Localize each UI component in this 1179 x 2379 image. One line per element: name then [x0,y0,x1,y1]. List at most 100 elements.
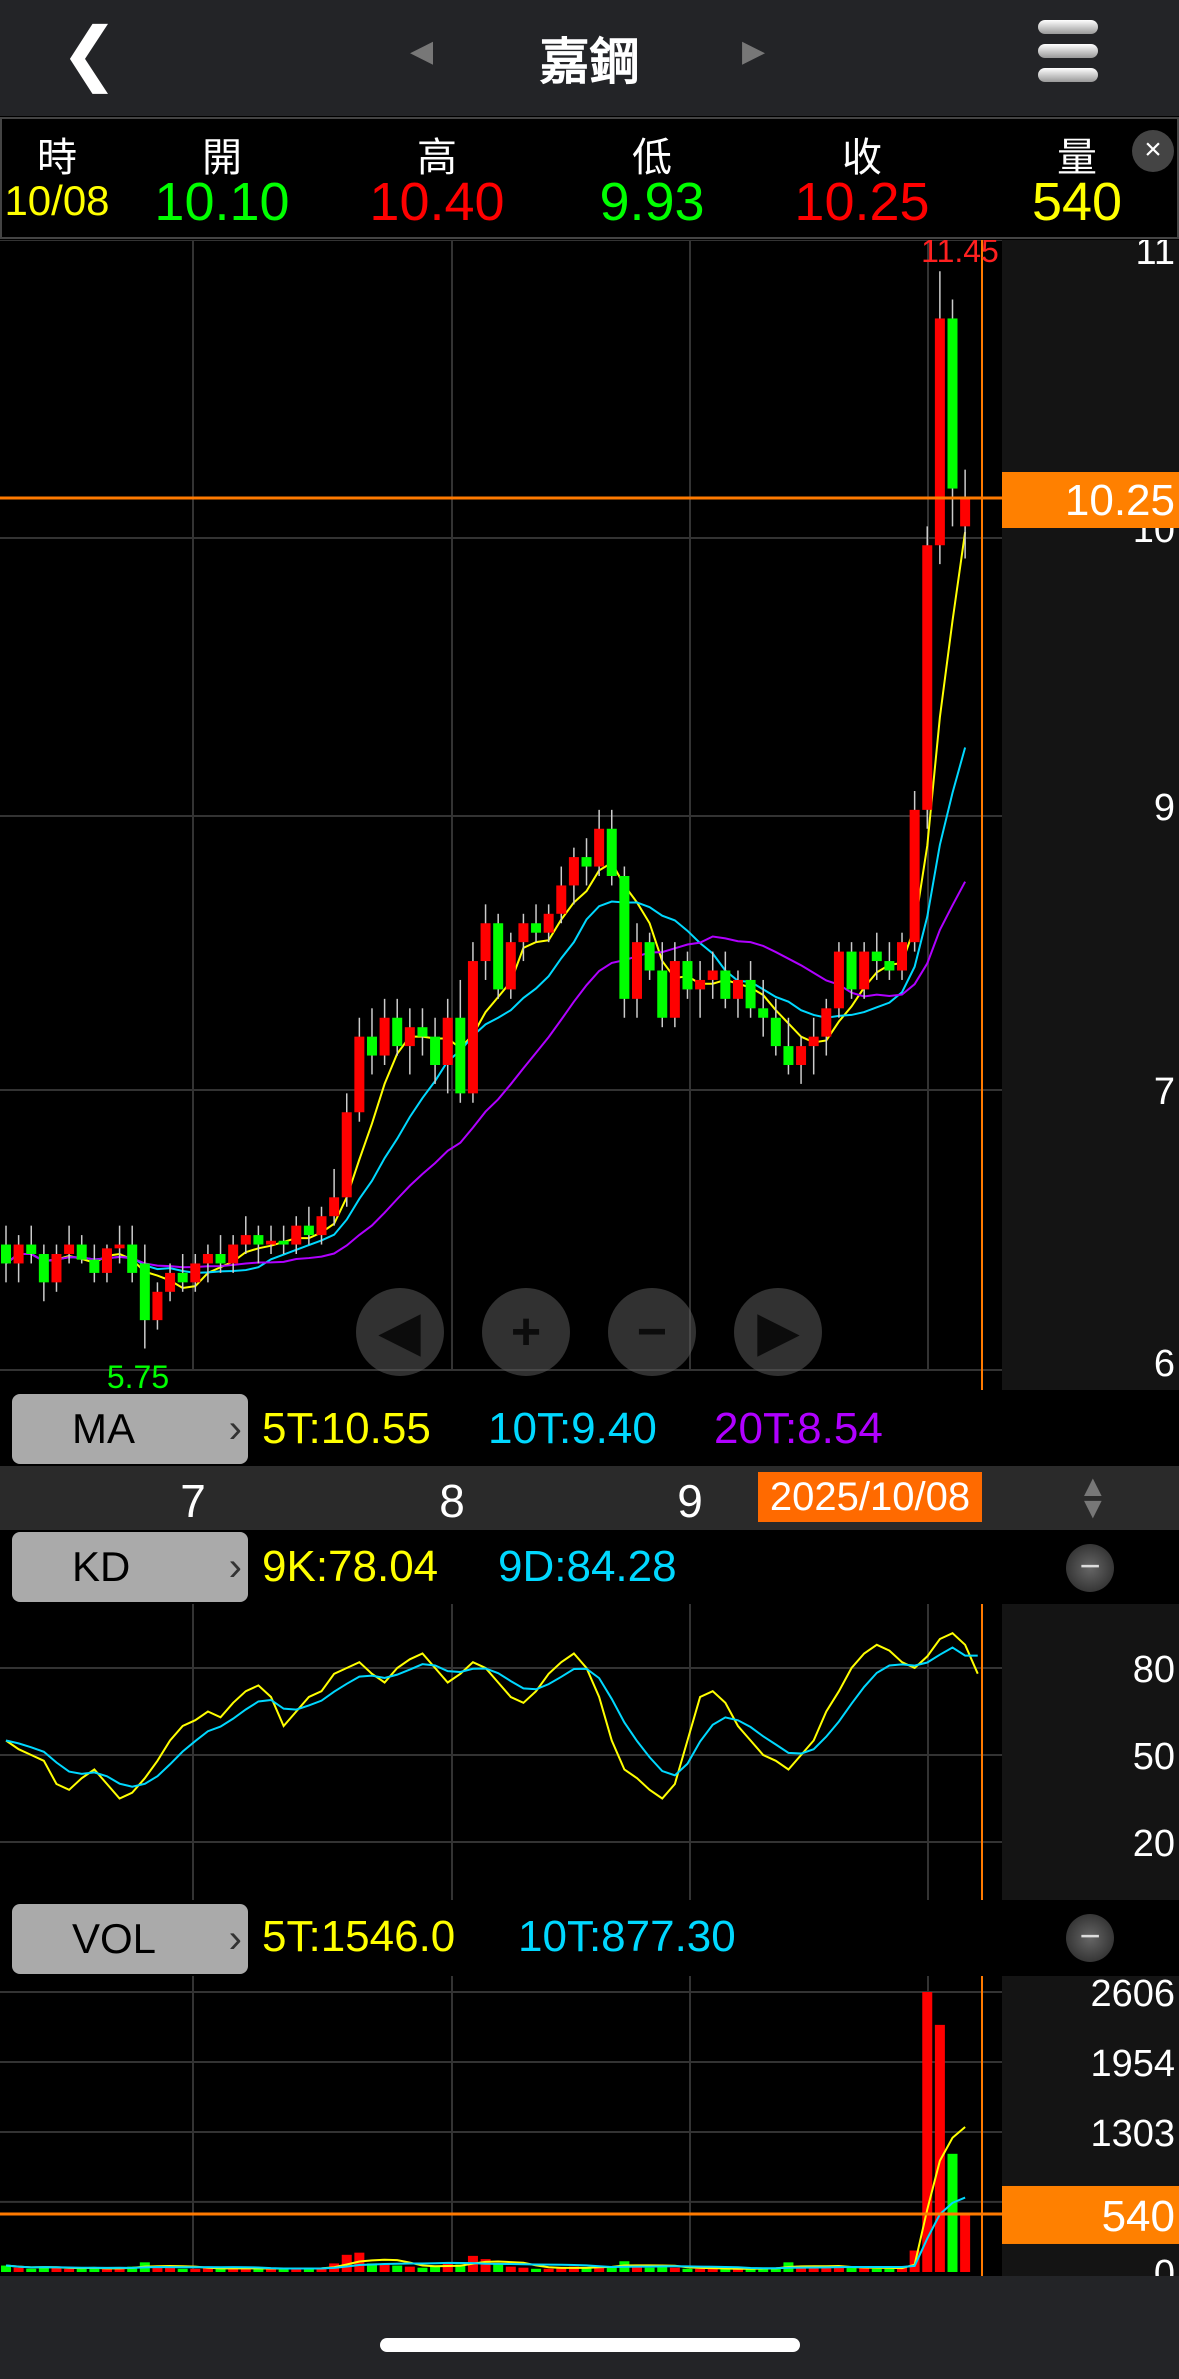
volume-bar [934,2024,945,2272]
candle-body [430,1036,441,1065]
axis-background [1002,240,1179,1390]
candle-body [833,951,844,1009]
kd-row: KD › 9K:78.04 9D:84.28 − [0,1530,1179,1604]
candle-body [644,942,655,971]
candle-body [606,828,617,876]
volume-bar [165,2267,176,2272]
volume-bar [64,2268,75,2272]
vol-button[interactable]: VOL › [12,1904,248,1974]
ma-row: MA › 5T:10.55 10T:9.40 20T:8.54 [0,1392,1179,1466]
candle-body [909,809,920,943]
volume-bar [531,2268,542,2272]
price-axis-label: 11 [1136,240,1175,273]
volume-bar [682,2268,693,2272]
candle-body [404,1027,415,1047]
home-indicator[interactable] [380,2338,800,2352]
volume-chart: 2606195413036530540 [0,1976,1179,2276]
zoom-in-button[interactable]: + [482,1288,570,1376]
candle-body [329,1197,340,1217]
date-label: 8 [439,1475,465,1527]
menu-button[interactable] [1038,20,1098,92]
candle-body [808,1036,819,1047]
candle-body [392,1017,403,1047]
info-value: 10.10 [154,172,290,232]
kd-chart: 80 50 20 [0,1604,1179,1900]
candle-body [568,857,579,886]
candle-body [316,1216,327,1236]
low-label: 5.75 [107,1359,169,1390]
vol-ma10-line [5,2196,966,2270]
volume-bar [392,2265,403,2272]
stock-title: 嘉鋼 [539,34,640,90]
candle-body [745,979,756,1009]
next-stock-button[interactable]: ▶ [742,34,765,69]
date-axis: 7 8 9 ▲ ▼ [0,1466,1179,1530]
candle-body [518,923,529,943]
candle-body [13,1244,24,1264]
collapse-kd-button[interactable]: − [1066,1544,1114,1592]
candle-body [467,961,478,1094]
candle-body [531,923,542,933]
candle-body [114,1244,125,1249]
candle-body [543,913,554,933]
vol5-value: 5T:1546.0 [262,1912,456,1961]
candle-body [859,951,870,990]
scroll-right-button[interactable]: ▶ [734,1288,822,1376]
candle-body [64,1244,75,1254]
candle-body [26,1244,37,1254]
volume-bar [669,2267,680,2272]
candle-body [871,951,882,962]
candle-body [505,942,516,990]
candle-body [657,970,668,1018]
vol-axis-label: 1954 [1090,2043,1175,2085]
candle-body [101,1248,112,1273]
volume-bar [846,2267,857,2272]
candle-body [341,1112,352,1198]
resize-handle-icon[interactable]: ▲ ▼ [1078,1472,1108,1524]
close-info-button[interactable]: × [1132,130,1174,172]
candle-body [442,1017,453,1065]
candle-body [1,1244,11,1264]
volume-bar [13,2267,24,2272]
candle-body [581,857,592,867]
info-header: 時 [37,136,77,180]
kd-axis-label: 80 [1133,1649,1175,1691]
candle-body [139,1263,150,1321]
volume-bar [707,2268,718,2272]
bottom-bar [0,2276,1179,2379]
kd-axis-label: 50 [1133,1736,1175,1778]
collapse-vol-button[interactable]: − [1066,1914,1114,1962]
candle-body [594,828,605,867]
current-volume: 540 [1102,2192,1175,2241]
ma10-line [5,747,967,1274]
price-axis-label: 9 [1154,787,1175,829]
candle-body [556,885,567,914]
k-line [5,1632,979,1800]
volume-bar [644,2267,655,2272]
candle-body [228,1244,239,1264]
price-chart[interactable]: 11.455.75111097610.25 [0,240,1179,1390]
candle-body [821,1008,832,1037]
scroll-left-button[interactable]: ◀ [356,1288,444,1376]
kd-button[interactable]: KD › [12,1532,248,1602]
ma-button[interactable]: MA › [12,1394,248,1464]
candle-body [934,318,945,546]
date-label: 9 [677,1475,703,1527]
candle-body [770,1017,781,1047]
candle-body [846,951,857,990]
vol-axis-label: 2606 [1090,1976,1175,2015]
price-axis-label: 7 [1154,1071,1175,1113]
vol-axis-label: 1303 [1090,2113,1175,2155]
candle-body [303,1225,314,1236]
high-label: 11.45 [921,240,999,269]
volume-bar [493,2264,504,2272]
info-value: 10/08 [4,177,110,224]
volume-bar [518,2267,529,2272]
candle-body [38,1254,49,1283]
candle-body [215,1254,226,1264]
candle-body [152,1291,163,1321]
candle-body [278,1240,289,1245]
zoom-out-button[interactable]: − [608,1288,696,1376]
volume-bar [26,2268,37,2272]
d-value: 9D:84.28 [498,1542,677,1591]
